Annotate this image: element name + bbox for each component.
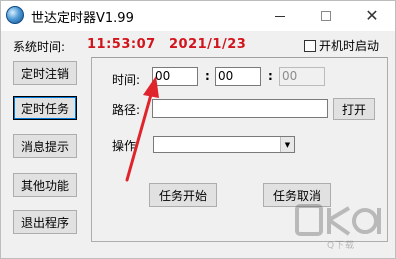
- watermark-text: Q下载: [326, 241, 356, 251]
- app-window: 世达定时器V1.99 ✕ 系统时间: 11:53:07 2021/1/23 开机…: [0, 0, 396, 259]
- watermark-logo: Q下载: [293, 202, 389, 254]
